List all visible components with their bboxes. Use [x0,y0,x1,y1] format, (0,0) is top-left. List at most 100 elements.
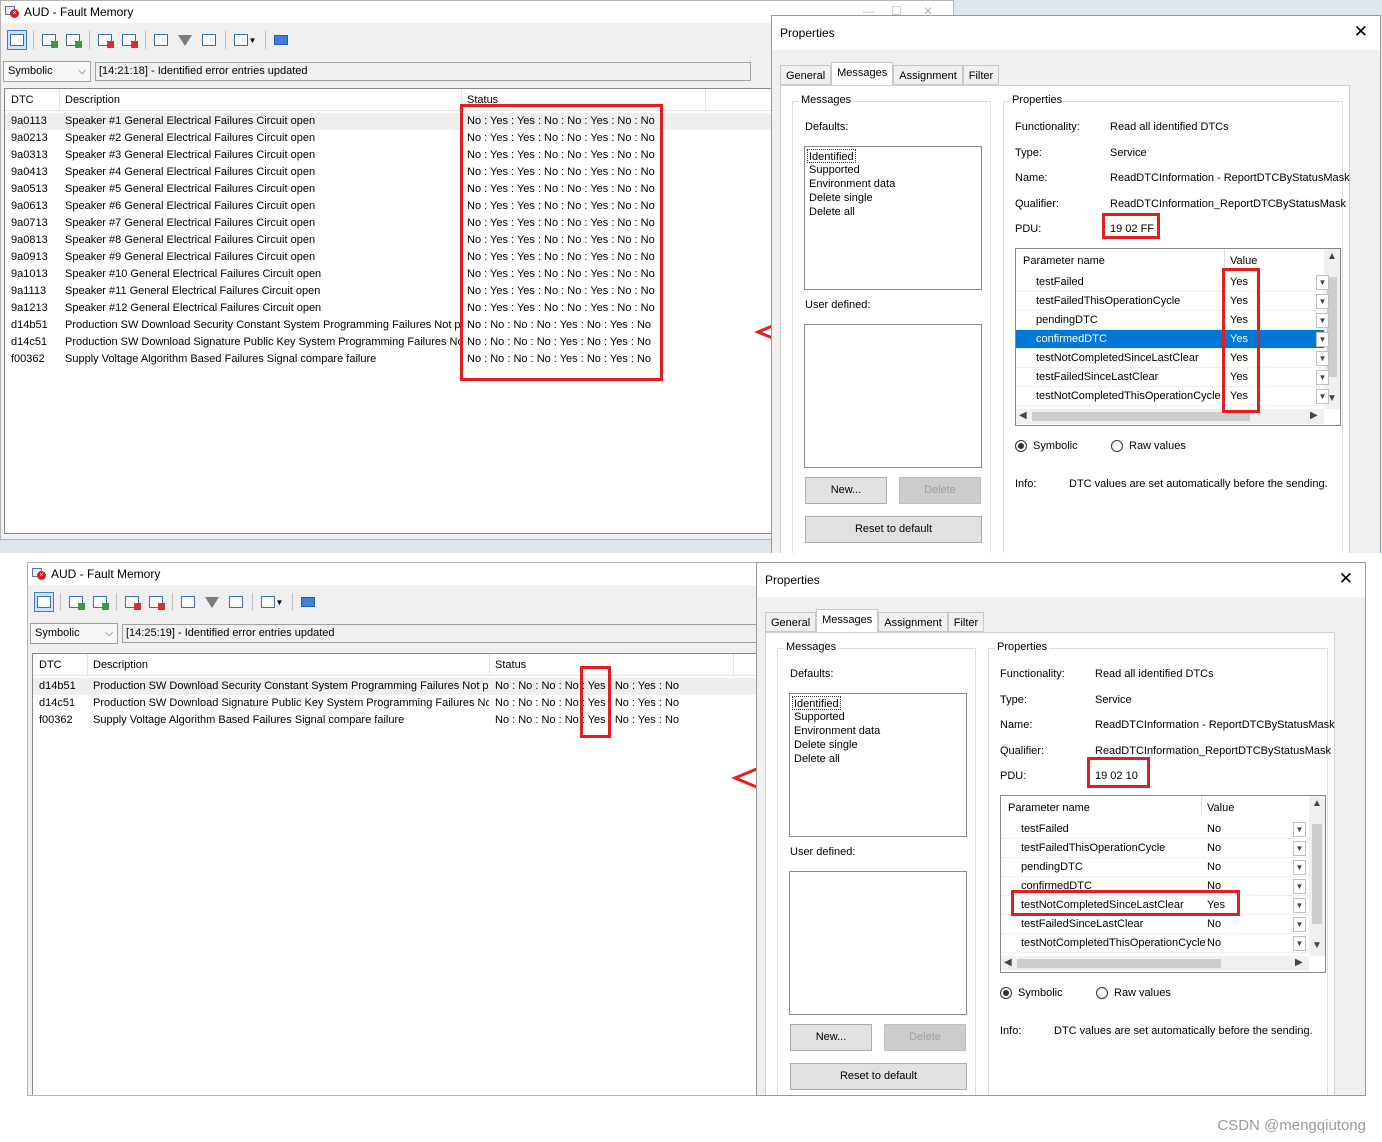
delete-button[interactable]: Delete [884,1024,966,1051]
grid-vertical-scrollbar[interactable]: ▲ ▼ [1309,796,1325,956]
details-button[interactable] [199,30,219,50]
parameter-row[interactable]: testFailedThisOperationCycle No [1001,839,1309,858]
read-all-button[interactable] [63,30,83,50]
tab-messages[interactable]: Messages [816,609,879,633]
read-all-button[interactable] [90,592,110,612]
scroll-up-icon[interactable]: ▲ [1312,798,1322,809]
display-mode-select[interactable]: Symbolic ⌵ [3,60,91,82]
close-icon[interactable]: ✕ [1354,22,1368,42]
list-item[interactable]: Delete single [809,191,873,205]
parameter-row[interactable]: testFailed No [1001,820,1309,839]
table-row[interactable]: d14c51 Production SW Download Signature P… [33,695,785,712]
scroll-up-icon[interactable]: ▲ [1327,251,1337,262]
close-icon[interactable]: ✕ [1339,569,1353,589]
parameter-row[interactable]: testFailed Yes [1016,273,1324,292]
grid-horizontal-scrollbar[interactable]: ◀ ▶ [1016,409,1324,424]
parameter-grid[interactable]: Parameter name Value ▲ ▼ ◀ ▶ testFailed No ▼… [1000,795,1326,973]
scroll-right-icon[interactable]: ▶ [1295,957,1303,968]
scroll-left-icon[interactable]: ◀ [1004,957,1012,968]
list-item[interactable]: Delete all [809,205,855,219]
value-dropdown-icon[interactable]: ▼ [1316,275,1329,290]
scroll-right-icon[interactable]: ▶ [1310,410,1318,421]
list-item[interactable]: Supported [794,710,845,724]
filter-button[interactable] [202,592,222,612]
parameter-row[interactable]: testNotCompletedThisOperationCycle Yes [1016,387,1324,406]
value-dropdown-icon[interactable]: ▼ [1293,860,1306,875]
reset-to-default-button[interactable]: Reset to default [805,516,982,543]
delete-button[interactable] [119,30,139,50]
save-button[interactable] [151,30,171,50]
read-button[interactable] [66,592,86,612]
parameter-row[interactable]: testFailedSinceLastClear Yes [1016,368,1324,387]
tab-assignment[interactable]: Assignment [893,65,963,85]
new-button[interactable]: New... [790,1024,872,1051]
column-header-description[interactable]: Description [65,94,120,106]
column-header-value[interactable]: Value [1230,255,1257,267]
monitor-toggle-button[interactable] [7,30,27,50]
value-dropdown-icon[interactable]: ▼ [1293,898,1306,913]
column-header-dtc[interactable]: DTC [39,659,62,671]
display-mode-select[interactable]: Symbolic ⌵ [30,622,118,644]
parameter-row[interactable]: pendingDTC Yes [1016,311,1324,330]
parameter-row[interactable]: testNotCompletedSinceLastClear Yes [1016,349,1324,368]
parameter-row[interactable]: testNotCompletedThisOperationCycle No [1001,934,1309,953]
column-header-parameter-name[interactable]: Parameter name [1023,255,1105,267]
value-dropdown-icon[interactable]: ▼ [1293,936,1306,951]
list-item[interactable]: Delete single [794,738,858,752]
tab-general[interactable]: General [765,612,817,632]
dtc-list[interactable]: DTC Description Status d14b51 Production … [32,653,786,1095]
options-dropdown-button[interactable]: ▼ [258,592,286,612]
user-defined-listbox[interactable] [804,324,982,468]
clear-button[interactable] [95,30,115,50]
reset-to-default-button[interactable]: Reset to default [790,1063,967,1090]
parameter-row[interactable]: testFailedThisOperationCycle Yes [1016,292,1324,311]
raw-values-radio[interactable] [1096,987,1108,999]
parameter-row[interactable]: confirmedDTC Yes [1016,330,1324,349]
tab-filter[interactable]: Filter [962,65,1000,85]
value-dropdown-icon[interactable]: ▼ [1316,332,1329,347]
value-dropdown-icon[interactable]: ▼ [1316,294,1329,309]
value-dropdown-icon[interactable]: ▼ [1316,351,1329,366]
open-folder-button[interactable] [271,30,291,50]
defaults-listbox[interactable]: Identified Supported Environment data Delet… [804,146,982,290]
column-header-status[interactable]: Status [495,659,526,671]
value-dropdown-icon[interactable]: ▼ [1316,370,1329,385]
clear-button[interactable] [122,592,142,612]
symbolic-radio[interactable] [1015,440,1027,452]
tab-filter[interactable]: Filter [947,612,985,632]
raw-values-radio[interactable] [1111,440,1123,452]
value-dropdown-icon[interactable]: ▼ [1316,389,1329,404]
scroll-left-icon[interactable]: ◀ [1019,410,1027,421]
column-header-value[interactable]: Value [1207,802,1234,814]
filter-button[interactable] [175,30,195,50]
options-dropdown-button[interactable]: ▼ [231,30,259,50]
column-header-parameter-name[interactable]: Parameter name [1008,802,1090,814]
save-button[interactable] [178,592,198,612]
list-item[interactable]: Delete all [794,752,840,766]
value-dropdown-icon[interactable]: ▼ [1316,313,1329,328]
parameter-grid[interactable]: Parameter name Value ▲ ▼ ◀ ▶ testFailed Yes… [1015,248,1341,426]
tab-general[interactable]: General [780,65,832,85]
value-dropdown-icon[interactable]: ▼ [1293,879,1306,894]
value-dropdown-icon[interactable]: ▼ [1293,917,1306,932]
column-header-description[interactable]: Description [93,659,148,671]
parameter-row[interactable]: pendingDTC No [1001,858,1309,877]
symbolic-radio[interactable] [1000,987,1012,999]
parameter-row[interactable]: testFailedSinceLastClear No [1001,915,1309,934]
tab-assignment[interactable]: Assignment [878,612,948,632]
details-button[interactable] [226,592,246,612]
open-folder-button[interactable] [298,592,318,612]
read-button[interactable] [39,30,59,50]
column-header-dtc[interactable]: DTC [11,94,34,106]
table-row[interactable]: d14b51 Production SW Download Security Co… [33,678,785,695]
value-dropdown-icon[interactable]: ▼ [1293,822,1306,837]
list-item[interactable]: Environment data [809,177,895,191]
delete-button[interactable] [146,592,166,612]
new-button[interactable]: New... [805,477,887,504]
grid-vertical-scrollbar[interactable]: ▲ ▼ [1324,249,1340,409]
defaults-listbox[interactable]: Identified Supported Environment data Delet… [789,693,967,837]
list-item[interactable]: Identified [807,149,856,163]
list-item[interactable]: Environment data [794,724,880,738]
monitor-toggle-button[interactable] [34,592,54,612]
tab-messages[interactable]: Messages [831,62,894,86]
